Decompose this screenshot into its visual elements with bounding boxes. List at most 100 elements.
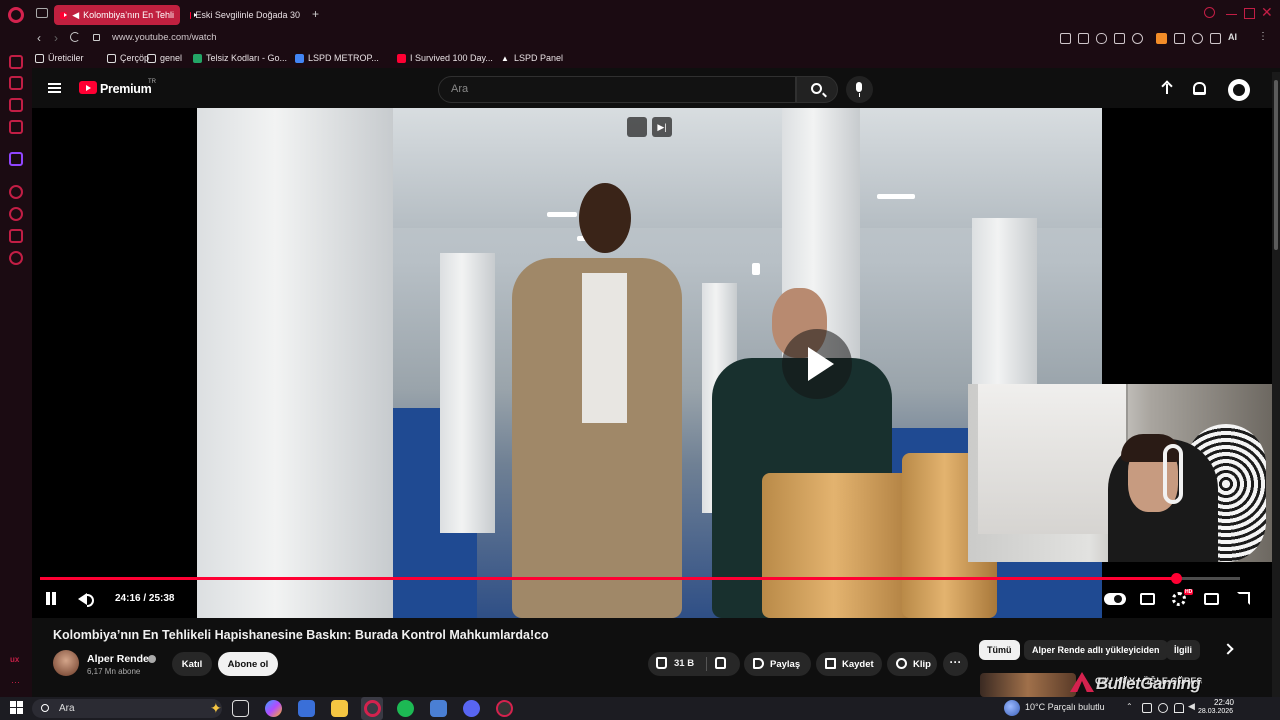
windows-start-icon[interactable] [10, 701, 23, 714]
puzzle-icon[interactable] [1174, 33, 1185, 44]
bookmark-item[interactable]: ▲ LSPD Panel [501, 53, 563, 63]
tray-app-icon[interactable] [1158, 703, 1168, 713]
extensions-icon[interactable] [9, 229, 23, 243]
search-input[interactable] [451, 83, 781, 95]
tray-expand-icon[interactable]: ⌃ [1126, 702, 1136, 712]
vpn-icon[interactable] [1096, 33, 1107, 44]
steam-icon[interactable] [430, 700, 447, 717]
share-button[interactable]: Paylaş [744, 652, 811, 676]
settings-icon[interactable] [9, 251, 23, 265]
chip-related[interactable]: İlgili [1166, 640, 1200, 660]
progress-scrubber[interactable] [1171, 573, 1183, 584]
bookmark-item[interactable]: Üreticiler [35, 53, 84, 63]
opera-icon[interactable] [364, 700, 381, 717]
more-actions-button[interactable]: ··· [943, 652, 968, 676]
forward-icon[interactable]: › [54, 31, 58, 45]
clock-date[interactable]: 28.03.2026 [1198, 708, 1233, 715]
instagram-icon[interactable] [9, 120, 23, 134]
like-icon[interactable] [656, 657, 667, 669]
tray-app-icon[interactable] [1142, 703, 1152, 713]
subtitles-icon[interactable] [1140, 593, 1155, 605]
search-button[interactable] [796, 76, 838, 103]
history-icon[interactable] [9, 207, 23, 221]
snapshot-icon[interactable] [1078, 33, 1089, 44]
clock-time[interactable]: 22:40 [1212, 698, 1234, 707]
chevron-right-icon[interactable] [1222, 643, 1234, 655]
miniplayer-icon[interactable] [627, 117, 647, 137]
bookmark-item[interactable]: Telsiz Kodları - Go... [193, 53, 287, 63]
url-field[interactable]: www.youtube.com/watch [112, 32, 217, 43]
pause-button[interactable] [41, 590, 61, 608]
chip-all[interactable]: Tümü [979, 640, 1020, 660]
join-button[interactable]: Katıl [172, 652, 212, 676]
chat-icon[interactable] [9, 98, 23, 112]
tab-active[interactable]: ◀ Kolombiya’nın En Tehli [54, 5, 180, 25]
taskbar-search[interactable]: Ara ✦ [32, 699, 222, 718]
more-icon[interactable]: ⋯ [11, 677, 20, 688]
video-player[interactable]: ▶| [32, 108, 1272, 618]
bookmark-item[interactable]: LSPD METROP... [295, 53, 379, 63]
spotify-icon[interactable] [397, 700, 414, 717]
video-frame[interactable]: ▶| [197, 108, 1102, 618]
messenger-icon[interactable] [9, 76, 23, 90]
obs-icon[interactable] [496, 700, 513, 717]
bookmark-item[interactable]: Çerçöp [107, 53, 149, 63]
extension-icon[interactable] [1156, 33, 1167, 44]
home-icon[interactable] [9, 55, 23, 69]
search-tabs-icon[interactable] [1204, 7, 1215, 18]
discord-icon[interactable] [463, 700, 480, 717]
skip-next-icon[interactable]: ▶| [652, 117, 672, 137]
back-icon[interactable]: ‹ [37, 31, 41, 45]
copilot-icon[interactable] [265, 700, 282, 717]
reload-icon[interactable] [70, 32, 80, 42]
like-count[interactable]: 31 B [674, 658, 694, 669]
maximize-icon[interactable] [1244, 8, 1255, 19]
youtube-brand[interactable]: Premium [100, 82, 152, 96]
pin-icon[interactable] [1060, 33, 1071, 44]
chip-uploader[interactable]: Alper Rende adlı yükleyiciden [1024, 640, 1168, 660]
channel-avatar[interactable] [53, 650, 79, 676]
close-icon[interactable]: ✕ [1261, 4, 1273, 21]
profile-icon[interactable] [1192, 33, 1203, 44]
subscribe-button[interactable]: Abone ol [218, 652, 278, 676]
scrollbar-thumb[interactable] [1274, 80, 1278, 250]
channel-name[interactable]: Alper Rende [87, 653, 149, 665]
new-tab-button[interactable]: + [312, 7, 319, 21]
volume-icon[interactable] [75, 590, 95, 608]
weather-icon[interactable] [1004, 700, 1020, 716]
store-icon[interactable] [298, 700, 315, 717]
minimize-icon[interactable] [1226, 14, 1237, 16]
theater-mode-icon[interactable] [1204, 593, 1219, 605]
notifications-icon[interactable] [1193, 82, 1206, 95]
avatar[interactable] [1228, 79, 1250, 101]
file-explorer-icon[interactable] [331, 700, 348, 717]
hamburger-menu-icon[interactable] [48, 83, 61, 93]
clip-button[interactable]: Klip [887, 652, 937, 676]
weather-text[interactable]: 10°C Parçalı bulutlu [1025, 702, 1105, 712]
bookmark-item[interactable]: I Survived 100 Day... [397, 53, 493, 63]
volume-icon[interactable]: ◀ [1188, 701, 1198, 711]
opera-logo-icon[interactable] [8, 7, 24, 23]
sidebar-footer-label[interactable]: ux [10, 655, 19, 664]
network-icon[interactable] [1174, 703, 1184, 713]
youtube-logo-icon[interactable] [79, 81, 97, 94]
download-icon[interactable] [1210, 33, 1221, 44]
tab-menu-icon[interactable] [36, 8, 48, 18]
dislike-icon[interactable] [715, 657, 726, 669]
voice-search-button[interactable] [846, 76, 873, 103]
fullscreen-icon[interactable] [1237, 592, 1250, 605]
tab-inactive[interactable]: Eski Sevgilinle Doğada 30 [184, 5, 306, 25]
autoplay-toggle[interactable] [1104, 593, 1126, 605]
twitch-icon[interactable] [9, 152, 23, 166]
player-icon[interactable] [9, 185, 23, 199]
play-icon[interactable] [782, 329, 852, 399]
task-view-icon[interactable] [232, 700, 249, 717]
save-button[interactable]: Kaydet [816, 652, 882, 676]
recommended-thumbnail[interactable] [980, 673, 1076, 697]
heart-icon[interactable] [1132, 33, 1143, 44]
upload-icon[interactable] [1161, 81, 1173, 97]
menu-icon[interactable]: ⋮ [1258, 31, 1268, 42]
share-icon[interactable] [1114, 33, 1125, 44]
bookmark-item[interactable]: genel [147, 53, 182, 63]
ai-button[interactable]: AI [1228, 32, 1237, 42]
